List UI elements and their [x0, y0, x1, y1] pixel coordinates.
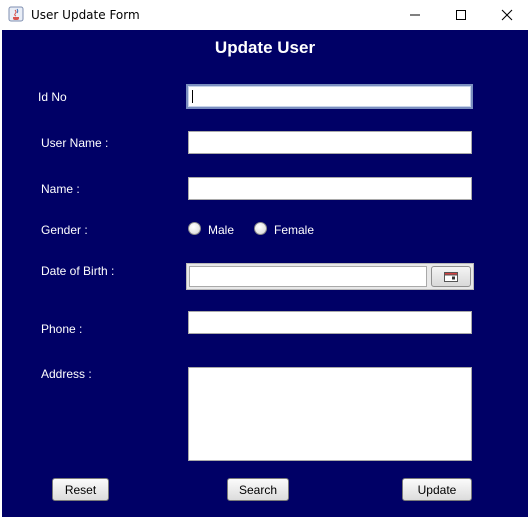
text-caret	[192, 90, 193, 103]
user-name-label: User Name :	[41, 136, 109, 150]
address-textarea[interactable]	[188, 367, 472, 461]
gender-female-radio[interactable]	[254, 222, 267, 235]
maximize-button[interactable]	[438, 0, 484, 30]
maximize-icon	[456, 10, 466, 20]
minimize-button[interactable]	[392, 0, 438, 30]
close-button[interactable]	[484, 0, 530, 30]
gender-label: Gender :	[41, 223, 88, 237]
search-button[interactable]: Search	[227, 478, 289, 501]
form-heading: Update User	[214, 38, 316, 57]
gender-male-radio[interactable]	[188, 222, 201, 235]
user-name-input[interactable]	[188, 131, 472, 154]
name-input[interactable]	[188, 177, 472, 200]
id-no-input[interactable]	[186, 84, 473, 109]
dob-picker-button[interactable]	[431, 266, 471, 287]
address-label: Address :	[41, 367, 92, 381]
minimize-icon	[410, 14, 420, 16]
calendar-icon	[444, 271, 458, 282]
close-icon	[501, 9, 513, 21]
title-bar[interactable]: User Update Form	[0, 0, 530, 30]
id-no-label: Id No	[38, 90, 67, 104]
phone-label: Phone :	[41, 322, 83, 336]
window-title: User Update Form	[31, 8, 140, 22]
dob-input[interactable]	[189, 266, 427, 287]
update-button[interactable]: Update	[402, 478, 472, 501]
java-app-icon	[8, 6, 24, 22]
name-label: Name :	[41, 182, 80, 196]
gender-male-label[interactable]: Male	[208, 223, 234, 237]
dob-label: Date of Birth :	[41, 264, 115, 278]
user-update-window: User Update Form Update User Id No User …	[0, 0, 530, 519]
reset-button[interactable]: Reset	[52, 478, 109, 501]
phone-input[interactable]	[188, 311, 472, 334]
gender-female-label[interactable]: Female	[274, 223, 314, 237]
dob-date-chooser	[186, 263, 474, 290]
